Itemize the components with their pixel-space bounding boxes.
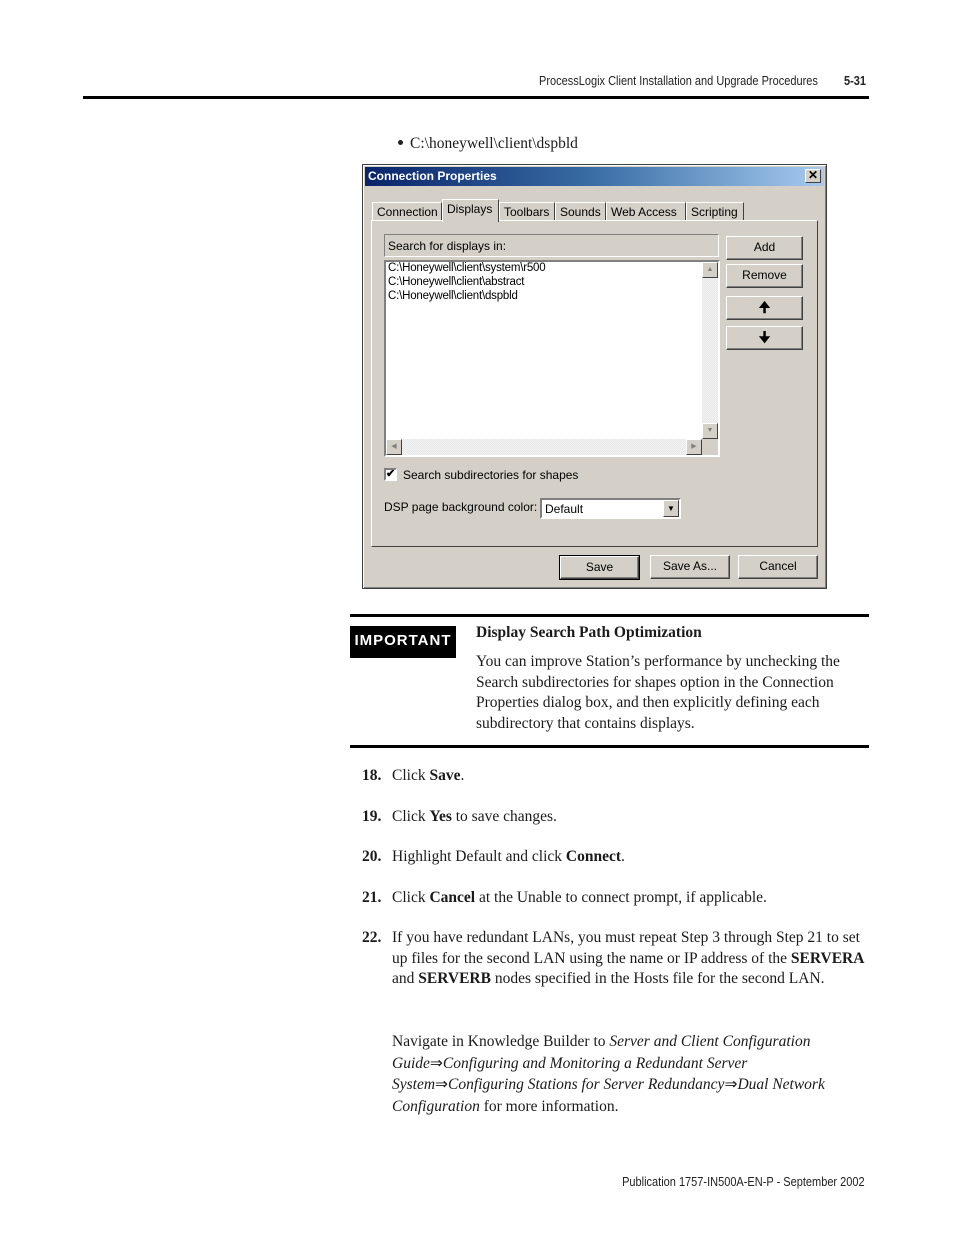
serverb-label: SERVERB	[418, 970, 491, 987]
important-title: Display Search Path Optimization	[476, 624, 702, 641]
step-text-pre: Click	[392, 767, 430, 784]
step-22: 22. If you have redundant LANs, you must…	[362, 928, 872, 990]
horizontal-scrollbar[interactable]: ◀ ▶	[386, 439, 702, 455]
list-item[interactable]: C:\Honeywell\client\dspbld	[388, 290, 518, 302]
save-as-button[interactable]: Save As...	[650, 555, 730, 579]
bullet-item: C:\honeywell\client\dspbld	[398, 135, 578, 153]
step-text-post: at the Unable to connect prompt, if appl…	[475, 889, 767, 906]
important-rule-top	[350, 614, 869, 617]
bullet-icon	[398, 139, 403, 145]
step-number: 18.	[362, 767, 382, 784]
bg-color-value: Default	[545, 502, 584, 516]
step-text: Click Save.	[392, 766, 872, 787]
step-text-mid: and	[392, 970, 419, 987]
chevron-down-icon[interactable]: ▼	[663, 500, 679, 517]
page-number: 5-31	[843, 74, 866, 88]
navigate-paragraph: Navigate in Knowledge Builder to Server …	[392, 1031, 872, 1117]
path-arrow-icon: ⇒	[724, 1076, 738, 1093]
step-text: Click Yes to save changes.	[392, 807, 872, 828]
list-item[interactable]: C:\Honeywell\client\system\r500	[388, 262, 546, 274]
important-body: You can improve Station’s performance by…	[476, 653, 840, 732]
bg-color-label: DSP page background color:	[384, 500, 538, 514]
step-21: 21. Click Cancel at the Unable to connec…	[362, 888, 872, 909]
dialog-titlebar[interactable]: Connection Properties ✕	[365, 167, 824, 186]
search-subdirectories-checkbox[interactable]: ✔	[384, 468, 397, 482]
dialog-title: Connection Properties	[368, 169, 497, 183]
tab-scripting[interactable]: Scripting	[686, 202, 744, 221]
step-text-bold: Cancel	[429, 889, 476, 906]
scroll-down-icon[interactable]: ▼	[702, 423, 718, 439]
path-arrow-icon: ⇒	[435, 1076, 449, 1093]
step-text-post: .	[621, 848, 625, 865]
scroll-right-icon[interactable]: ▶	[686, 439, 702, 455]
step-text-bold: Save	[429, 767, 461, 784]
navigate-post: for more information.	[479, 1097, 619, 1115]
add-button[interactable]: Add	[726, 236, 803, 260]
tab-web-access[interactable]: Web Access	[606, 202, 686, 221]
step-text-bold: Yes	[429, 808, 452, 825]
close-icon[interactable]: ✕	[805, 169, 821, 183]
step-19: 19. Click Yes to save changes.	[362, 807, 872, 828]
important-rule-bottom	[350, 745, 869, 748]
step-18: 18. Click Save.	[362, 766, 872, 787]
save-button[interactable]: Save	[559, 555, 640, 580]
step-text-pre: If you have redundant LANs, you must rep…	[392, 929, 860, 967]
bullet-text: C:\honeywell\client\dspbld	[410, 135, 578, 152]
important-badge: IMPORTANT	[350, 626, 456, 658]
step-text: If you have redundant LANs, you must rep…	[392, 928, 872, 990]
step-number: 20.	[362, 848, 382, 865]
list-header: Search for displays in:	[384, 234, 719, 257]
scrollbar-corner	[702, 439, 718, 455]
navigate-pre: Navigate in Knowledge Builder to	[392, 1033, 610, 1050]
section-title: ProcessLogix Client Installation and Upg…	[539, 74, 818, 88]
tab-connection[interactable]: Connection	[372, 202, 442, 221]
checkbox-label: Search subdirectories for shapes	[403, 468, 579, 482]
step-text-pre: Highlight Default and click	[392, 848, 566, 865]
arrow-down-icon: 🠋	[758, 329, 771, 345]
step-text-post: .	[460, 767, 465, 784]
search-subdirectories-option[interactable]: ✔ Search subdirectories for shapes	[384, 468, 578, 482]
step-number: 21.	[362, 889, 382, 906]
step-text: Click Cancel at the Unable to connect pr…	[392, 888, 872, 909]
step-text: Highlight Default and click Connect.	[392, 847, 872, 868]
scroll-left-icon[interactable]: ◀	[386, 439, 402, 455]
tab-displays[interactable]: Displays	[442, 199, 499, 222]
header-rule	[83, 96, 869, 99]
bg-color-dropdown[interactable]: Default ▼	[540, 498, 681, 519]
step-text-bold: Connect	[565, 848, 622, 865]
kb-path-3: Configuring Stations for Server Redundan…	[448, 1076, 725, 1093]
step-number: 19.	[362, 808, 382, 825]
running-header: ProcessLogix Client Installation and Upg…	[0, 74, 868, 92]
step-text-post: to save changes.	[451, 808, 557, 825]
step-20: 20. Highlight Default and click Connect.	[362, 847, 872, 868]
move-down-button[interactable]: 🠋	[726, 326, 803, 350]
step-text-post: nodes specified in the Hosts file for th…	[490, 970, 825, 987]
scroll-up-icon[interactable]: ▲	[702, 262, 718, 278]
move-up-button[interactable]: 🠉	[726, 296, 803, 320]
step-text-pre: Click	[392, 889, 430, 906]
tab-toolbars[interactable]: Toolbars	[499, 202, 555, 221]
remove-button[interactable]: Remove	[726, 264, 803, 288]
cancel-button[interactable]: Cancel	[738, 555, 818, 579]
step-number: 22.	[362, 929, 382, 946]
display-paths-listbox[interactable]: C:\Honeywell\client\system\r500 C:\Honey…	[384, 260, 720, 457]
list-item[interactable]: C:\Honeywell\client\abstract	[388, 276, 524, 288]
connection-properties-dialog: Connection Properties ✕ Connection Displ…	[362, 164, 827, 589]
step-text-pre: Click	[392, 808, 430, 825]
vertical-scrollbar[interactable]: ▲ ▼	[702, 262, 718, 439]
arrow-up-icon: 🠉	[758, 299, 771, 315]
servera-label: SERVERA	[790, 949, 865, 967]
publication-footer: Publication 1757-IN500A-EN-P - September…	[622, 1175, 865, 1189]
tab-sounds[interactable]: Sounds	[555, 202, 606, 221]
path-arrow-icon: ⇒	[429, 1054, 443, 1072]
